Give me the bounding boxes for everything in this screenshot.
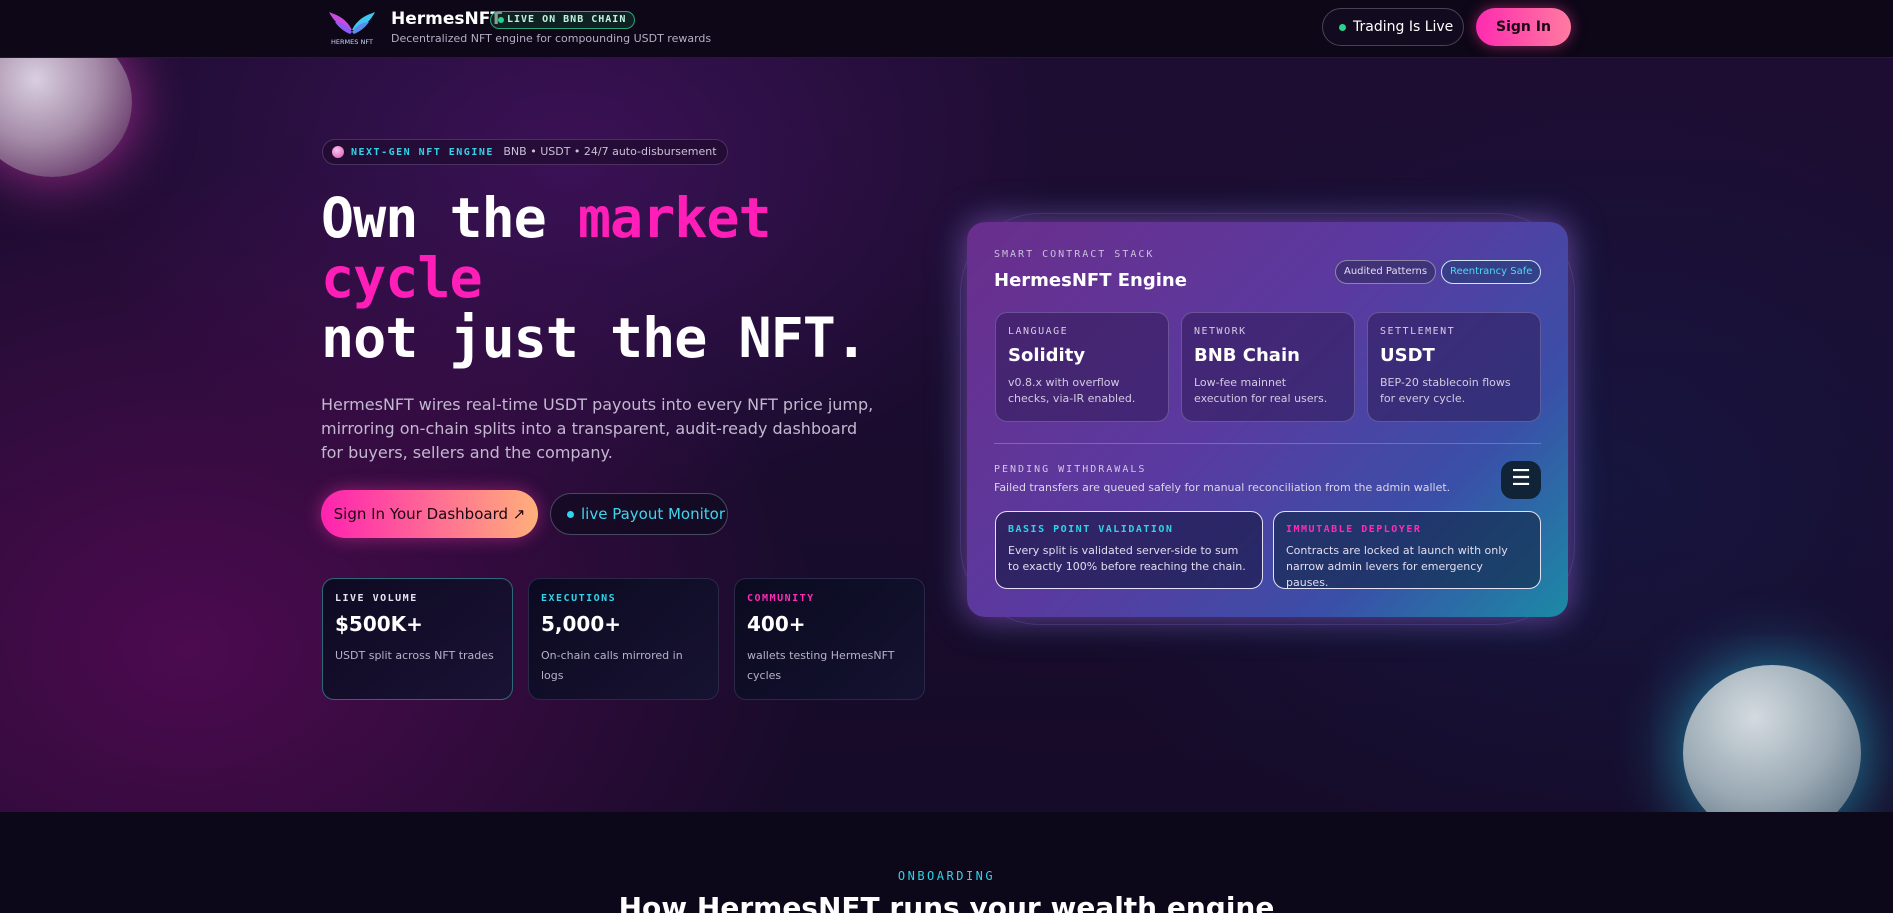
box-label: BASIS POINT VALIDATION	[1008, 524, 1174, 535]
contract-stack-card: SMART CONTRACT STACK HermesNFT Engine Au…	[967, 222, 1568, 617]
section-title: How HermesNFT runs your wealth engine	[618, 891, 1275, 913]
pill-value: BNB • USDT • 24/7 auto-disbursement	[503, 145, 717, 158]
stat-desc: wallets testing HermesNFT cycles	[747, 649, 895, 682]
tile-desc: Low-fee mainnet execution for real users…	[1194, 376, 1328, 405]
stat-value: 5,000+	[541, 612, 622, 636]
sign-in-button[interactable]: Sign In	[1476, 8, 1571, 46]
pending-desc: Failed transfers are queued safely for m…	[994, 481, 1451, 494]
tile-label: LANGUAGE	[1008, 326, 1069, 337]
hero-subcopy: HermesNFT wires real-time USDT payouts i…	[321, 395, 874, 462]
box-desc: Contracts are locked at launch with only…	[1286, 544, 1508, 589]
hero-section: NEXT-GEN NFT ENGINE BNB • USDT • 24/7 au…	[0, 0, 1893, 812]
headline-part: not just the NFT.	[321, 306, 868, 370]
stat-value: 400+	[747, 612, 806, 636]
hero-headline: Own the market cycle not just the NFT.	[321, 188, 941, 368]
brand-name: HermesNFT	[391, 9, 502, 29]
reentrancy-safe-chip: Reentrancy Safe	[1441, 260, 1542, 284]
tile-language: LANGUAGE Solidity v0.8.x with overflow c…	[995, 312, 1169, 422]
logo-text: HERMES NFT	[331, 38, 373, 46]
status-dot-icon	[567, 511, 574, 518]
tile-value: Solidity	[1008, 345, 1086, 366]
pill-key: NEXT-GEN NFT ENGINE	[351, 147, 494, 158]
brand-tagline: Decentralized NFT engine for compounding…	[391, 32, 712, 45]
pending-kicker: PENDING WITHDRAWALS	[994, 464, 1147, 475]
stat-card-executions: EXECUTIONS 5,000+ On-chain calls mirrore…	[528, 578, 719, 700]
sign-in-dashboard-button[interactable]: Sign In Your Dashboard ↗	[321, 490, 538, 538]
orb-icon	[332, 146, 344, 158]
decorative-orb	[1683, 665, 1861, 812]
headline-part: Own the	[321, 186, 578, 250]
divider	[994, 443, 1541, 444]
payout-monitor-label: live Payout Monitor	[581, 505, 726, 523]
tile-value: BNB Chain	[1194, 345, 1300, 366]
stat-label: LIVE VOLUME	[335, 593, 418, 604]
stat-value: $500K+	[335, 612, 423, 636]
box-desc: Every split is validated server-side to …	[1008, 544, 1246, 573]
immutable-deployer-box: IMMUTABLE DEPLOYER Contracts are locked …	[1273, 511, 1541, 589]
menu-icon[interactable]: ☰	[1501, 461, 1541, 499]
stat-card-volume: LIVE VOLUME $500K+ USDT split across NFT…	[322, 578, 513, 700]
card-title: HermesNFT Engine	[994, 270, 1187, 291]
tile-desc: v0.8.x with overflow checks, via-IR enab…	[1008, 376, 1136, 405]
stat-desc: On-chain calls mirrored in logs	[541, 649, 683, 682]
payout-monitor-button[interactable]: live Payout Monitor	[550, 493, 728, 535]
card-kicker: SMART CONTRACT STACK	[994, 249, 1155, 260]
section-kicker: ONBOARDING	[897, 869, 996, 883]
top-navbar: HERMES NFT HermesNFT LIVE ON BNB CHAIN D…	[0, 0, 1893, 58]
status-dot-icon	[1339, 24, 1346, 31]
stat-card-community: COMMUNITY 400+ wallets testing HermesNFT…	[734, 578, 925, 700]
stat-label: COMMUNITY	[747, 593, 815, 604]
tile-network: NETWORK BNB Chain Low-fee mainnet execut…	[1181, 312, 1355, 422]
live-status-badge: LIVE ON BNB CHAIN	[490, 11, 636, 29]
tile-value: USDT	[1380, 345, 1435, 366]
trading-live-label: Trading Is Live	[1353, 19, 1454, 35]
basis-point-box: BASIS POINT VALIDATION Every split is va…	[995, 511, 1263, 589]
tile-settlement: SETTLEMENT USDT BEP-20 stablecoin flows …	[1367, 312, 1541, 422]
trading-live-button[interactable]: Trading Is Live	[1322, 8, 1464, 46]
hermes-logo-icon[interactable]: HERMES NFT	[325, 8, 379, 48]
engine-pill: NEXT-GEN NFT ENGINE BNB • USDT • 24/7 au…	[322, 139, 728, 165]
tile-label: NETWORK	[1194, 326, 1247, 337]
tile-desc: BEP-20 stablecoin flows for every cycle.	[1380, 376, 1511, 405]
stat-label: EXECUTIONS	[541, 593, 617, 604]
stat-desc: USDT split across NFT trades	[335, 649, 494, 662]
audited-patterns-chip: Audited Patterns	[1335, 260, 1437, 284]
box-label: IMMUTABLE DEPLOYER	[1286, 524, 1422, 535]
tile-label: SETTLEMENT	[1380, 326, 1456, 337]
